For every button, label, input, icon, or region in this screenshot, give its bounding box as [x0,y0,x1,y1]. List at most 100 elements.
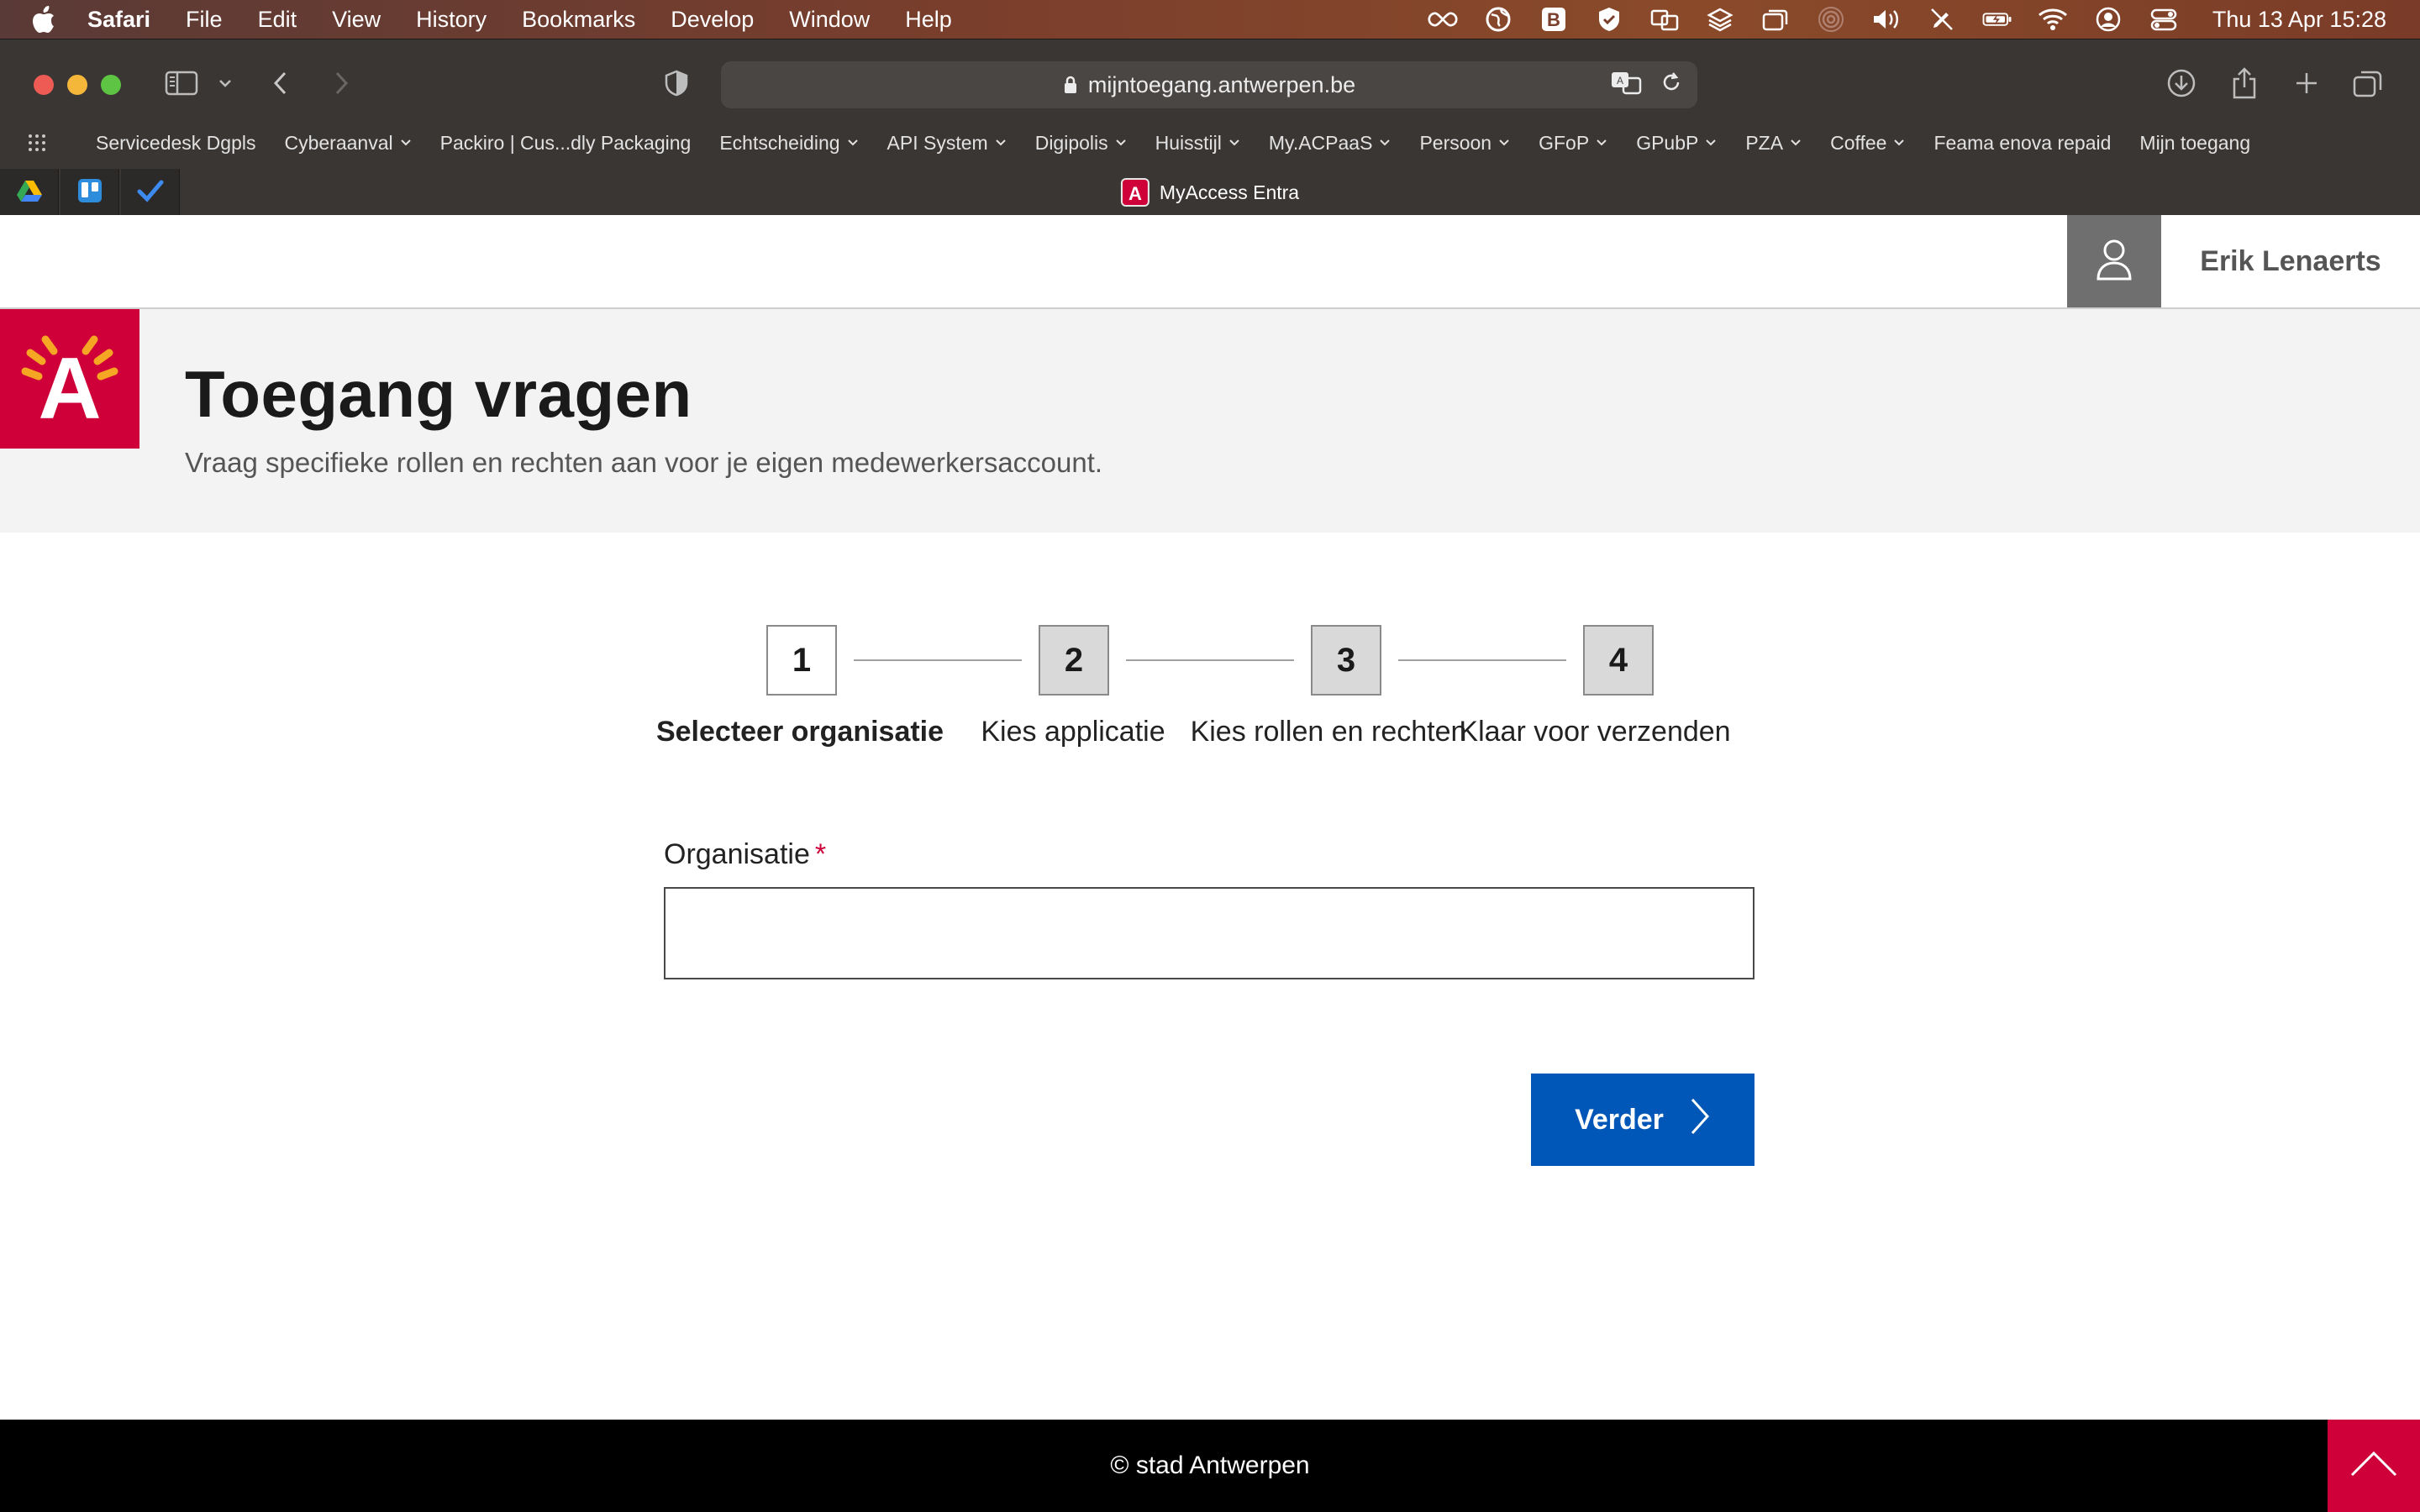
menu-view[interactable]: View [332,7,381,33]
logo-letter: A [38,340,101,438]
bookmarks-bar: Servicedesk Dgpls Cyberaanval Packiro | … [0,123,2420,162]
avatar[interactable] [2067,215,2161,307]
tab-overview-icon[interactable] [2353,65,2383,102]
bookmark-folder[interactable]: GPubP [1636,132,1717,155]
pinned-tab-todo[interactable] [121,169,180,216]
bookmark-folder[interactable]: Cyberaanval [284,132,411,155]
user-name[interactable]: Erik Lenaerts [2161,215,2420,307]
google-drive-icon [16,180,42,206]
pinned-tab-google-drive[interactable] [0,169,59,216]
chevron-down-icon [1893,139,1905,147]
sidebar-toggle-icon[interactable] [165,65,198,102]
chevron-down-icon [1115,139,1127,147]
chevron-up-icon [2349,1450,2399,1483]
airdrop-icon[interactable] [1816,7,1846,32]
step-connector [1126,659,1294,661]
page-hero: A Toegang vragen Vraag specifieke rollen… [0,309,2420,533]
back-to-top-button[interactable] [2328,1420,2420,1512]
next-button[interactable]: Verder [1531,1074,1754,1166]
globe-icon[interactable] [1483,7,1513,32]
active-tab-title: MyAccess Entra [1159,181,1300,203]
step-3-indicator: 3 [1311,625,1381,696]
antwerpen-favicon: A [1120,178,1150,207]
menubar-clock[interactable]: Thu 13 Apr 15:28 [2212,7,2386,33]
tab-groups-chevron-icon[interactable] [217,65,234,102]
back-icon[interactable] [271,65,291,102]
reload-icon[interactable] [1660,71,1682,100]
menu-develop[interactable]: Develop [671,7,754,33]
checkmark-icon [137,179,164,207]
organisation-field-label: Organisatie * [664,838,827,870]
apple-icon[interactable] [32,5,57,34]
infinity-icon[interactable] [1428,7,1458,32]
step-4-label: Klaar voor verzenden [1459,716,1731,748]
user-menu[interactable]: Erik Lenaerts [2067,215,2420,307]
volume-icon[interactable] [1871,7,1902,32]
active-tab[interactable]: A MyAccess Entra [1120,169,1300,216]
trello-icon [77,178,103,207]
close-window-button[interactable] [34,75,54,95]
step-2-indicator: 2 [1039,625,1109,696]
status-area: B Thu 13 Apr 15:28 [1428,0,2386,39]
new-tab-icon[interactable] [2294,65,2319,102]
bookmark-item[interactable]: Feama enova repaid [1933,132,2111,155]
step-connector [1398,659,1566,661]
minimize-window-button[interactable] [67,75,87,95]
chevron-down-icon [1228,139,1240,147]
pinned-tab-trello[interactable] [60,169,119,216]
bookmark-folder[interactable]: Echtscheiding [719,132,858,155]
menu-app-safari[interactable]: Safari [87,7,150,33]
forward-icon[interactable] [331,65,351,102]
antwerpen-logo[interactable]: A [0,309,139,449]
menu-window[interactable]: Window [789,7,870,33]
menu-bookmarks[interactable]: Bookmarks [522,7,635,33]
lock-icon [1063,75,1078,95]
address-bar[interactable]: mijntoegang.antwerpen.be A [721,61,1697,108]
menu-history[interactable]: History [416,7,487,33]
bookmark-folder[interactable]: Digipolis [1035,132,1127,155]
chevron-down-icon [1705,139,1717,147]
shield-check-icon[interactable] [1594,7,1624,32]
browser-chrome: mijntoegang.antwerpen.be A Servicedesk D… [0,39,2420,216]
site-header: Erik Lenaerts [0,215,2420,309]
downloads-icon[interactable] [2166,65,2196,102]
svg-text:B: B [1547,9,1560,30]
bookmark-folder[interactable]: Huisstijl [1155,132,1240,155]
bookmark-folder[interactable]: API System [887,132,1007,155]
menu-help[interactable]: Help [905,7,952,33]
fullscreen-window-button[interactable] [101,75,121,95]
translate-page-icon[interactable]: A [1610,70,1642,101]
privacy-shield-icon[interactable] [664,65,689,102]
bookmark-folder[interactable]: My.ACPaaS [1269,132,1392,155]
pen-off-icon[interactable] [1927,7,1957,32]
chevron-right-icon [1689,1096,1711,1144]
bookmark-folder[interactable]: Persoon [1419,132,1510,155]
bookmark-folder[interactable]: PZA [1745,132,1802,155]
bookmark-item[interactable]: Packiro | Cus...dly Packaging [440,132,692,155]
bookmark-item[interactable]: Mijn toegang [2139,132,2250,155]
os-menubar: Safari File Edit View History Bookmarks … [0,0,2420,39]
b-app-icon[interactable]: B [1539,7,1569,32]
site-footer: © stad Antwerpen [0,1420,2420,1512]
wifi-icon[interactable] [2038,7,2068,32]
layers-icon[interactable] [1705,7,1735,32]
organisation-input[interactable] [664,887,1754,979]
chevron-down-icon [400,139,412,147]
bookmark-folder[interactable]: GFoP [1539,132,1607,155]
chevron-down-icon [1790,139,1802,147]
svg-text:A: A [1617,75,1623,87]
menu-edit[interactable]: Edit [258,7,297,33]
windows-icon[interactable] [1760,7,1791,32]
bookmark-item[interactable]: Servicedesk Dgpls [96,132,255,155]
share-icon[interactable] [2232,65,2257,102]
battery-icon[interactable] [1982,7,2012,32]
progress-stepper: 1 2 3 4 Selecteer organisatie Kies appli… [0,625,2420,759]
step-2-label: Kies applicatie [981,716,1165,748]
control-center-icon[interactable] [2149,7,2179,32]
menu-file[interactable]: File [186,7,223,33]
user-account-icon[interactable] [2093,7,2123,32]
bookmark-folder[interactable]: Coffee [1830,132,1905,155]
translate-icon[interactable] [1649,7,1680,32]
apps-grid-icon[interactable] [27,133,47,153]
user-icon [2096,239,2133,285]
